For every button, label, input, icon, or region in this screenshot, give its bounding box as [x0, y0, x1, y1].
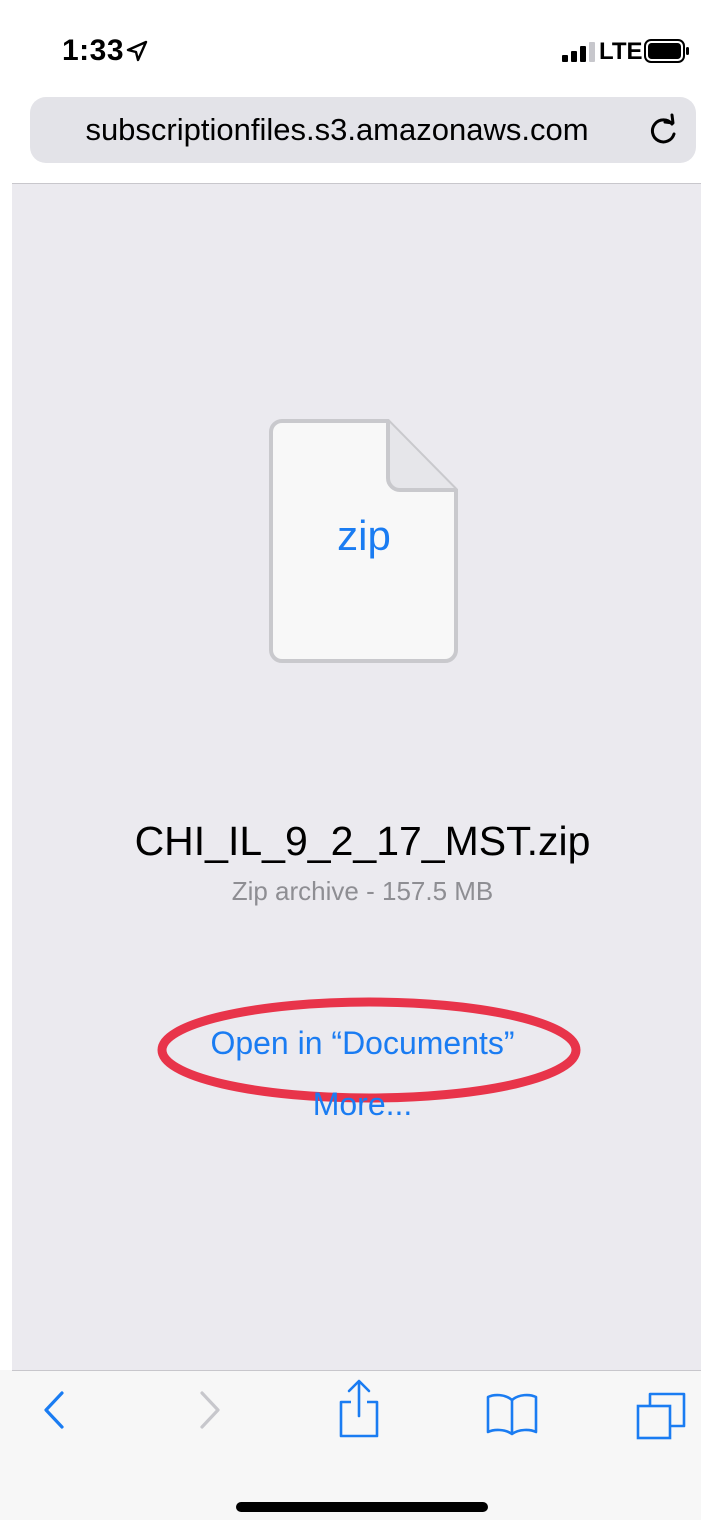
page-content-area — [12, 184, 701, 1370]
bookmarks-icon[interactable] — [485, 1392, 539, 1436]
home-indicator[interactable] — [236, 1502, 488, 1512]
toolbar-divider — [12, 1370, 701, 1371]
tabs-icon[interactable] — [636, 1392, 686, 1442]
safari-download-screen: 1:33 LTE subscriptionfiles.s3.amazonaws.… — [0, 0, 701, 1520]
reload-icon[interactable] — [646, 112, 682, 148]
file-details: Zip archive - 157.5 MB — [231, 876, 494, 906]
more-options-button[interactable]: More... — [0, 1086, 701, 1123]
url-text[interactable]: subscriptionfiles.s3.amazonaws.com — [30, 97, 644, 163]
back-icon[interactable] — [40, 1389, 68, 1431]
forward-icon[interactable] — [196, 1389, 224, 1431]
share-icon[interactable] — [336, 1378, 382, 1440]
signal-bars-icon — [562, 42, 595, 62]
battery-icon — [644, 39, 689, 63]
url-bar-divider — [12, 183, 701, 184]
file-name: CHI_IL_9_2_17_MST.zip — [134, 818, 591, 864]
open-in-documents-button[interactable]: Open in “Documents” — [0, 1025, 701, 1062]
network-type-label: LTE — [599, 38, 643, 65]
address-bar[interactable]: subscriptionfiles.s3.amazonaws.com — [30, 97, 696, 163]
file-type-label: zip — [337, 512, 391, 559]
location-arrow-icon — [126, 40, 148, 62]
status-time: 1:33 — [62, 34, 125, 67]
bottom-toolbar — [0, 1370, 701, 1520]
